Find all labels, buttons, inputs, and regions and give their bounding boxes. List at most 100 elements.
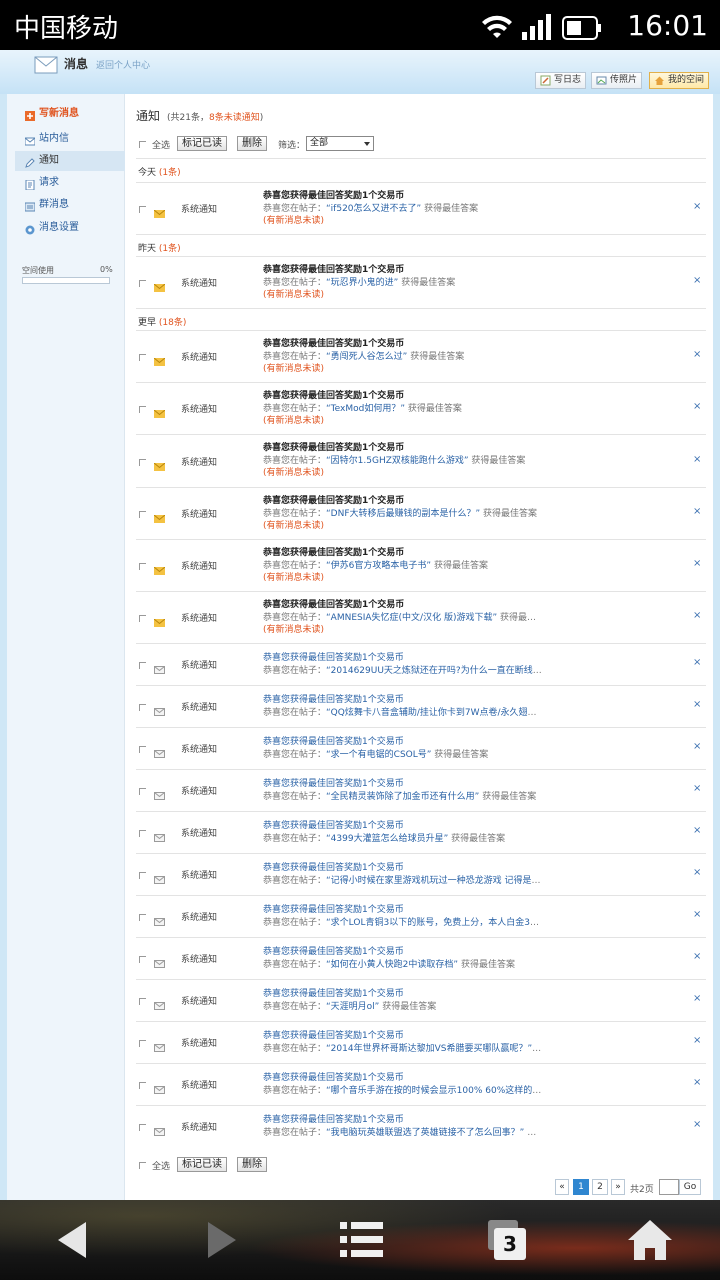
row-checkbox[interactable] xyxy=(139,280,146,287)
close-icon[interactable]: × xyxy=(693,201,701,212)
page-2-button[interactable]: 2 xyxy=(592,1179,608,1195)
row-checkbox[interactable] xyxy=(139,1082,146,1090)
row-checkbox[interactable] xyxy=(139,615,146,623)
sidebar-item-inbox[interactable]: 站内信 xyxy=(15,129,125,149)
close-icon[interactable]: × xyxy=(693,993,701,1004)
space-usage-label: 空间使用 xyxy=(22,266,54,275)
row-checkbox[interactable] xyxy=(139,872,146,880)
close-icon[interactable]: × xyxy=(693,657,701,668)
unread-note: (有新消息未读) xyxy=(263,520,325,531)
row-checkbox[interactable] xyxy=(139,746,146,754)
close-icon[interactable]: × xyxy=(693,1035,701,1046)
row-checkbox[interactable] xyxy=(139,458,146,466)
notification-title[interactable]: 恭喜您获得最佳回答奖励1个交易币 xyxy=(263,818,404,831)
unread-note: (有新消息未读) xyxy=(263,364,325,374)
row-checkbox[interactable] xyxy=(139,406,146,414)
close-icon[interactable]: × xyxy=(693,275,701,286)
page-number-input[interactable] xyxy=(659,1179,679,1195)
close-icon[interactable]: × xyxy=(693,506,701,517)
notification-title[interactable]: 恭喜您获得最佳回答奖励1个交易币 xyxy=(263,986,404,999)
next-page-button[interactable]: » xyxy=(611,1179,625,1195)
home-nav-icon[interactable] xyxy=(620,1214,680,1266)
notification-title[interactable]: 恭喜您获得最佳回答奖励1个交易币 xyxy=(263,493,404,506)
row-checkbox[interactable] xyxy=(139,788,146,796)
notification-title[interactable]: 恭喜您获得最佳回答奖励1个交易币 xyxy=(263,692,404,705)
close-icon[interactable]: × xyxy=(693,909,701,920)
notification-title[interactable]: 恭喜您获得最佳回答奖励1个交易币 xyxy=(263,336,404,349)
close-icon[interactable]: × xyxy=(693,741,701,752)
notification-title[interactable]: 恭喜您获得最佳回答奖励1个交易币 xyxy=(263,650,404,663)
delete-button-bottom[interactable]: 删除 xyxy=(237,1157,267,1172)
divider xyxy=(136,182,706,183)
notification-title[interactable]: 恭喜您获得最佳回答奖励1个交易币 xyxy=(263,1112,404,1125)
close-icon[interactable]: × xyxy=(693,558,701,569)
filter-select[interactable]: 全部 xyxy=(306,136,374,151)
mark-read-button-bottom[interactable]: 标记已读 xyxy=(177,1157,227,1172)
sidebar-item-message-settings[interactable]: 消息设置 xyxy=(15,218,125,238)
notification-title[interactable]: 恭喜您获得最佳回答奖励1个交易币 xyxy=(263,545,404,558)
back-to-profile-link[interactable]: 返回个人中心 xyxy=(96,58,150,71)
notification-body: 恭喜您在帖子：“求一个有电锯的CSOL号” 获得最佳答案 xyxy=(263,750,489,761)
menu-icon[interactable] xyxy=(332,1214,392,1266)
back-arrow-icon[interactable] xyxy=(44,1214,104,1266)
divider xyxy=(136,234,706,235)
close-icon[interactable]: × xyxy=(693,349,701,360)
delete-button[interactable]: 删除 xyxy=(237,136,267,151)
upload-photo-button[interactable]: 传照片 xyxy=(591,72,643,89)
row-checkbox[interactable] xyxy=(139,998,146,1006)
close-icon[interactable]: × xyxy=(693,951,701,962)
sidebar-item-group-messages[interactable]: 群消息 xyxy=(15,195,125,215)
close-icon[interactable]: × xyxy=(693,454,701,465)
notification-title[interactable]: 恭喜您获得最佳回答奖励1个交易币 xyxy=(263,776,404,789)
close-icon[interactable]: × xyxy=(693,867,701,878)
row-checkbox[interactable] xyxy=(139,956,146,964)
filter-label: 筛选： xyxy=(278,141,306,151)
prev-page-button[interactable]: « xyxy=(555,1179,569,1195)
tabs-icon[interactable]: 3 xyxy=(480,1214,540,1266)
my-space-button[interactable]: 我的空间 xyxy=(649,72,710,89)
close-icon[interactable]: × xyxy=(693,401,701,412)
row-checkbox[interactable] xyxy=(139,704,146,712)
go-button[interactable]: Go xyxy=(679,1179,701,1195)
row-checkbox[interactable] xyxy=(139,206,146,213)
row-checkbox[interactable] xyxy=(139,662,146,670)
sidebar-item-requests[interactable]: 请求 xyxy=(15,173,125,193)
notification-title[interactable]: 恭喜您获得最佳回答奖励1个交易币 xyxy=(263,902,404,915)
notification-title[interactable]: 恭喜您获得最佳回答奖励1个交易币 xyxy=(263,860,404,873)
unread-envelope-icon xyxy=(153,508,166,523)
unread-envelope-icon xyxy=(153,560,166,575)
close-icon[interactable]: × xyxy=(693,825,701,836)
sidebar-item-compose[interactable]: 写新消息 xyxy=(15,104,125,124)
mark-read-button[interactable]: 标记已读 xyxy=(177,136,227,151)
notification-title[interactable]: 恭喜您获得最佳回答奖励1个交易币 xyxy=(263,262,404,275)
notification-title[interactable]: 恭喜您获得最佳回答奖励1个交易币 xyxy=(263,1070,404,1083)
notification-title[interactable]: 恭喜您获得最佳回答奖励1个交易币 xyxy=(263,440,404,453)
page-1-button[interactable]: 1 xyxy=(573,1179,589,1195)
notification-title[interactable]: 恭喜您获得最佳回答奖励1个交易币 xyxy=(263,734,404,747)
select-all-checkbox[interactable] xyxy=(139,141,146,148)
row-checkbox[interactable] xyxy=(139,830,146,838)
write-blog-button[interactable]: 写日志 xyxy=(535,72,587,89)
close-icon[interactable]: × xyxy=(693,610,701,621)
notification-title[interactable]: 恭喜您获得最佳回答奖励1个交易币 xyxy=(263,188,404,201)
row-checkbox[interactable] xyxy=(139,1124,146,1132)
notification-title[interactable]: 恭喜您获得最佳回答奖励1个交易币 xyxy=(263,388,404,401)
divider xyxy=(136,538,706,540)
bottom-toolbar: 全选 标记已读 删除 xyxy=(136,1156,706,1176)
select-all-checkbox-bottom[interactable] xyxy=(139,1162,146,1169)
close-icon[interactable]: × xyxy=(693,1077,701,1088)
close-icon[interactable]: × xyxy=(693,783,701,794)
forward-arrow-icon[interactable] xyxy=(190,1214,250,1266)
notification-title[interactable]: 恭喜您获得最佳回答奖励1个交易币 xyxy=(263,1028,404,1041)
row-checkbox[interactable] xyxy=(139,510,146,518)
row-checkbox[interactable] xyxy=(139,562,146,570)
close-icon[interactable]: × xyxy=(693,699,701,710)
row-checkbox[interactable] xyxy=(139,1040,146,1048)
notification-type: 系统通知 xyxy=(181,787,218,798)
notification-title[interactable]: 恭喜您获得最佳回答奖励1个交易币 xyxy=(263,944,404,957)
notification-title[interactable]: 恭喜您获得最佳回答奖励1个交易币 xyxy=(263,597,404,610)
sidebar-item-notifications[interactable]: 通知 xyxy=(15,151,125,171)
row-checkbox[interactable] xyxy=(139,914,146,922)
row-checkbox[interactable] xyxy=(139,354,146,362)
close-icon[interactable]: × xyxy=(693,1119,701,1130)
